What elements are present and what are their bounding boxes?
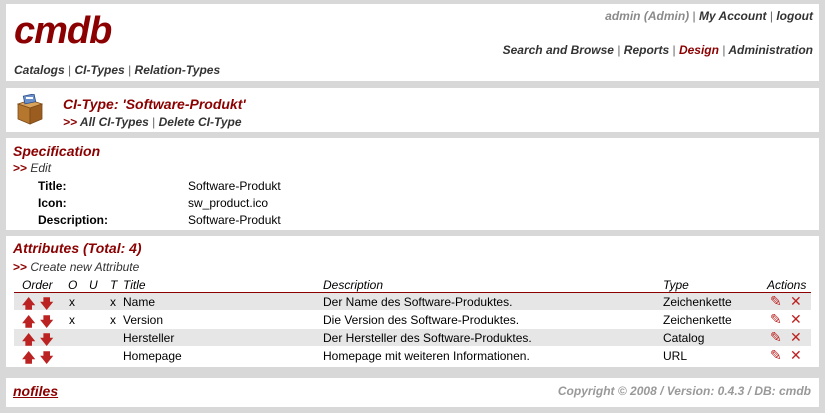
delete-icon[interactable]: ✕ [790, 293, 802, 310]
cell-title: Hersteller [123, 331, 175, 345]
delete-icon[interactable]: ✕ [790, 347, 802, 364]
spec-label-description: Description: [38, 213, 109, 227]
table-row: 🡅 🡇 x x Version Die Version des Software-Prod… [14, 311, 811, 329]
attributes-title: Attributes (Total: 4) [13, 240, 142, 256]
nav-reports[interactable]: Reports [624, 43, 669, 57]
spec-label-icon: Icon: [38, 196, 67, 210]
subnav-ci-types[interactable]: CI-Types [75, 63, 125, 77]
cell-type: Zeichenkette [663, 295, 732, 309]
col-o: O [68, 278, 78, 292]
edit-link[interactable]: >> Edit [13, 161, 51, 175]
link-prefix: >> [63, 115, 78, 129]
cell-description: Der Hersteller des Software-Produktes. [323, 331, 532, 345]
nav-administration[interactable]: Administration [728, 43, 813, 57]
cell-title: Homepage [123, 349, 182, 363]
header: cmdb admin (Admin) | My Account | logout… [6, 4, 819, 81]
sub-nav: Catalogs | CI-Types | Relation-Types [14, 63, 221, 77]
spec-value-description: Software-Produkt [188, 213, 281, 227]
my-account-link[interactable]: My Account [699, 9, 767, 23]
cell-description: Die Version des Software-Produktes. [323, 313, 520, 327]
edit-icon[interactable]: ✎ [770, 311, 782, 328]
cell-t: x [110, 295, 116, 309]
user-nav: admin (Admin) | My Account | logout [605, 9, 813, 23]
edit-icon[interactable]: ✎ [770, 347, 782, 364]
spec-value-icon: sw_product.ico [188, 196, 269, 210]
cell-description: Der Name des Software-Produktes. [323, 295, 513, 309]
spec-label-title: Title: [38, 179, 67, 193]
edit-icon[interactable]: ✎ [770, 293, 782, 310]
citype-panel: CI-Type: 'Software-Produkt' >> All CI-Ty… [6, 88, 819, 132]
logout-link[interactable]: logout [776, 9, 813, 23]
attributes-panel: Attributes (Total: 4) >> Create new Attr… [6, 236, 819, 367]
nav-search-browse[interactable]: Search and Browse [503, 43, 614, 57]
user-label: admin (Admin) [605, 9, 690, 23]
cell-title: Name [123, 295, 156, 309]
delete-icon[interactable]: ✕ [790, 311, 802, 328]
col-order: Order [22, 278, 53, 292]
app-logo[interactable]: cmdb [14, 10, 112, 53]
table-row: 🡅 🡇 Hersteller Der Hersteller des Software-… [14, 329, 811, 347]
delete-citype-link[interactable]: Delete CI-Type [159, 115, 242, 129]
cell-type: URL [663, 349, 688, 363]
cell-o: x [69, 313, 75, 327]
move-up-icon[interactable]: 🡅 [22, 349, 35, 371]
col-t: T [110, 278, 118, 292]
citype-links: >> All CI-Types | Delete CI-Type [63, 115, 242, 129]
col-type: Type [663, 278, 689, 292]
cell-type: Catalog [663, 331, 705, 345]
subnav-relation-types[interactable]: Relation-Types [135, 63, 221, 77]
copyright: Copyright © 2008 / Version: 0.4.3 / DB: … [557, 384, 811, 398]
box-icon [16, 94, 44, 125]
specification-panel: Specification >> Edit Title: Software-Pr… [6, 138, 819, 230]
edit-icon[interactable]: ✎ [770, 329, 782, 346]
main-nav: Search and Browse | Reports | Design | A… [502, 43, 813, 57]
cell-type: Zeichenkette [663, 313, 732, 327]
cell-t: x [110, 313, 116, 327]
nofiles-link[interactable]: nofiles [13, 383, 58, 399]
cell-o: x [69, 295, 75, 309]
nav-design[interactable]: Design [679, 43, 719, 57]
subnav-catalogs[interactable]: Catalogs [14, 63, 65, 77]
move-down-icon[interactable]: 🡇 [40, 349, 53, 371]
table-row: 🡅 🡇 x x Name Der Name des Software-Produktes.… [14, 293, 811, 311]
delete-icon[interactable]: ✕ [790, 329, 802, 346]
col-actions: Actions [767, 278, 807, 292]
col-title: Title [123, 278, 146, 292]
all-citypes-link[interactable]: All CI-Types [80, 115, 149, 129]
cell-description: Homepage mit weiteren Informationen. [323, 349, 530, 363]
specification-title: Specification [13, 143, 101, 159]
col-description: Description [323, 278, 384, 292]
citype-title: CI-Type: 'Software-Produkt' [63, 96, 246, 112]
cell-title: Version [123, 313, 164, 327]
footer: nofiles Copyright © 2008 / Version: 0.4.… [6, 378, 819, 407]
table-row: 🡅 🡇 Homepage Homepage mit weiteren Informat… [14, 347, 811, 365]
create-attribute-link[interactable]: >> Create new Attribute [13, 260, 139, 274]
col-u: U [89, 278, 98, 292]
spec-value-title: Software-Produkt [188, 179, 281, 193]
